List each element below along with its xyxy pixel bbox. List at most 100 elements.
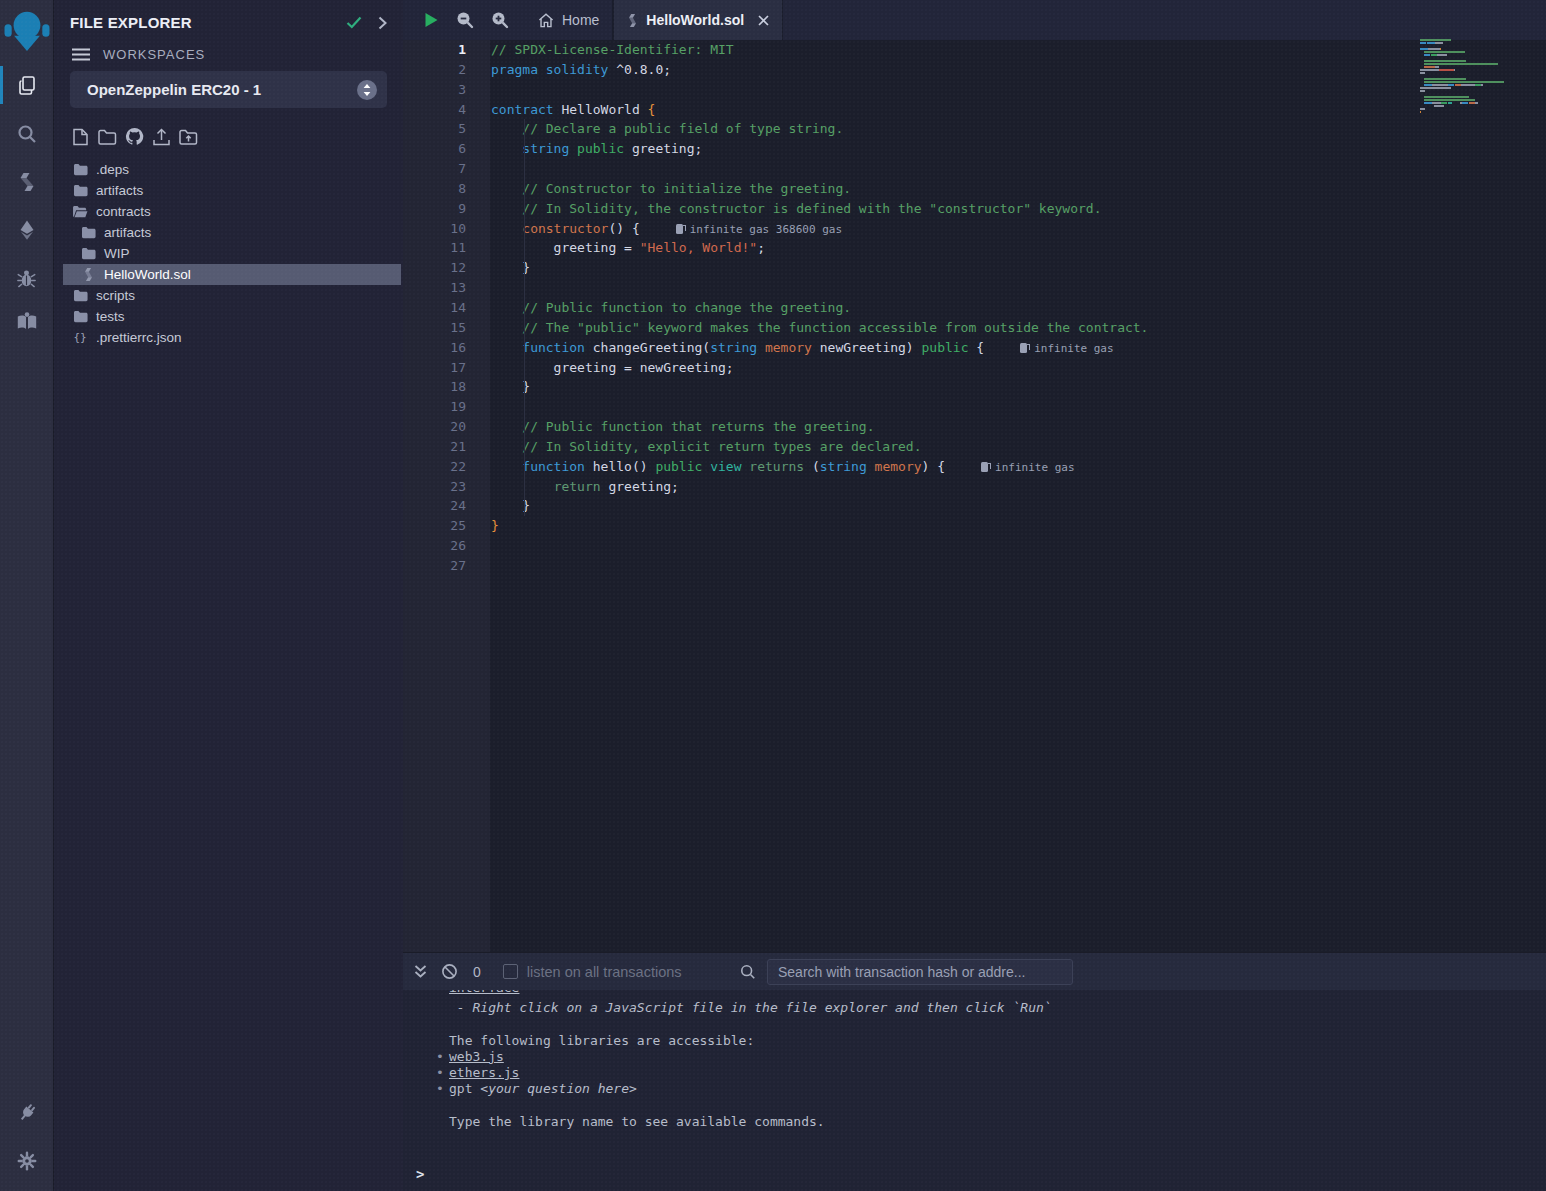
line-number: 25 — [403, 516, 466, 536]
code-line-2[interactable]: pragma solidity ^0.8.0; — [491, 60, 1546, 80]
code-line-13[interactable] — [491, 278, 1546, 298]
code-line-3[interactable] — [491, 80, 1546, 100]
plugin-manager-icon[interactable] — [0, 1089, 54, 1137]
tab-label: HelloWorld.sol — [646, 12, 744, 28]
listen-transactions-checkbox[interactable] — [503, 964, 518, 979]
code-line-5[interactable]: // Declare a public field of type string… — [491, 119, 1546, 139]
tree-item-contracts[interactable]: contracts — [63, 201, 401, 222]
code-line-17[interactable]: greeting = newGreeting; — [491, 358, 1546, 378]
code-editor[interactable]: 1234567891011121314151617181920212223242… — [403, 40, 1546, 952]
expand-terminal-icon[interactable] — [413, 964, 428, 979]
solidity-compiler-icon[interactable] — [0, 158, 54, 206]
code-line-24[interactable]: } — [491, 496, 1546, 516]
code-line-20[interactable]: // Public function that returns the gree… — [491, 417, 1546, 437]
line-number: 8 — [403, 179, 466, 199]
github-clone-icon[interactable] — [125, 127, 144, 146]
code-line-27[interactable] — [491, 556, 1546, 576]
terminal-line: The following libraries are accessible: — [449, 1033, 1546, 1049]
line-number: 22 — [403, 457, 466, 477]
terminal-line: •ethers.js — [449, 1065, 1546, 1081]
deploy-run-icon[interactable] — [0, 206, 54, 254]
tab-helloworld-sol[interactable]: HelloWorld.sol — [613, 0, 783, 40]
code-line-12[interactable]: } — [491, 258, 1546, 278]
debugger-icon[interactable] — [0, 254, 54, 302]
code-line-18[interactable]: } — [491, 377, 1546, 397]
tree-item-artifacts[interactable]: artifacts — [63, 180, 401, 201]
terminal-line: - Right click on a JavaScript file in th… — [449, 1000, 1546, 1016]
tree-item-helloworld-sol[interactable]: HelloWorld.sol — [63, 264, 401, 285]
tree-item-label: WIP — [104, 246, 130, 261]
workspace-dropdown[interactable]: OpenZeppelin ERC20 - 1 — [70, 71, 387, 108]
terminal-search-input[interactable] — [767, 959, 1073, 985]
file-tree: .depsartifactscontractsartifactsWIPHello… — [54, 159, 403, 348]
code-line-7[interactable] — [491, 159, 1546, 179]
line-number: 6 — [403, 139, 466, 159]
code-line-9[interactable]: // In Solidity, the constructor is defin… — [491, 199, 1546, 219]
code-line-1[interactable]: // SPDX-License-Identifier: MIT — [491, 40, 1546, 60]
terminal-link[interactable]: ethers.js — [449, 1065, 519, 1080]
tree-item-label: artifacts — [96, 183, 143, 198]
tree-item-label: HelloWorld.sol — [104, 267, 191, 282]
terminal-prompt[interactable]: > — [416, 1166, 424, 1182]
zoom-out-icon[interactable] — [456, 11, 474, 29]
new-file-icon[interactable] — [71, 127, 90, 146]
line-number: 27 — [403, 556, 466, 576]
main-area: HomeHelloWorld.sol 123456789101112131415… — [403, 0, 1546, 1191]
tree-item-scripts[interactable]: scripts — [63, 285, 401, 306]
listen-transactions-label: listen on all transactions — [527, 964, 682, 980]
folder-icon — [72, 163, 88, 176]
line-number: 9 — [403, 199, 466, 219]
workspaces-label: WORKSPACES — [103, 47, 205, 62]
editor-code[interactable]: // SPDX-License-Identifier: MITpragma so… — [490, 40, 1546, 952]
code-line-19[interactable] — [491, 397, 1546, 417]
gas-estimate-badge: infinite gas 368600 gas — [676, 223, 842, 236]
code-line-10[interactable]: constructor() {infinite gas 368600 gas — [491, 219, 1546, 239]
tree-item-label: .prettierrc.json — [96, 330, 182, 345]
editor-minimap[interactable] — [1420, 39, 1506, 120]
code-line-8[interactable]: // Constructor to initialize the greetin… — [491, 179, 1546, 199]
zoom-in-icon[interactable] — [491, 11, 509, 29]
terminal-link[interactable]: interface — [449, 990, 519, 995]
code-line-22[interactable]: function hello() public view returns (st… — [491, 457, 1546, 477]
tree-item--deps[interactable]: .deps — [63, 159, 401, 180]
code-line-23[interactable]: return greeting; — [491, 477, 1546, 497]
tree-item--prettierrc-json[interactable]: {}.prettierrc.json — [63, 327, 401, 348]
line-number: 16 — [403, 338, 466, 358]
code-line-15[interactable]: // The "public" keyword makes the functi… — [491, 318, 1546, 338]
line-number: 19 — [403, 397, 466, 417]
hamburger-menu-icon[interactable] — [72, 48, 90, 61]
code-line-6[interactable]: string public greeting; — [491, 139, 1546, 159]
code-line-14[interactable]: // Public function to change the greetin… — [491, 298, 1546, 318]
upload-file-icon[interactable] — [152, 127, 171, 146]
file-explorer-icon[interactable] — [0, 62, 54, 110]
tree-item-artifacts[interactable]: artifacts — [63, 222, 401, 243]
terminal-link[interactable]: web3.js — [449, 1049, 504, 1064]
code-line-16[interactable]: function changeGreeting(string memory ne… — [491, 338, 1546, 358]
tree-item-wip[interactable]: WIP — [63, 243, 401, 264]
editor-tabbar: Home HelloWorld.sol — [403, 0, 1546, 40]
code-line-21[interactable]: // In Solidity, explicit return types ar… — [491, 437, 1546, 457]
upload-folder-icon[interactable] — [179, 127, 198, 146]
workspace-sort-icon[interactable] — [357, 80, 377, 100]
line-number: 24 — [403, 496, 466, 516]
new-folder-icon[interactable] — [98, 127, 117, 146]
folder-icon — [72, 184, 88, 197]
code-line-25[interactable]: } — [491, 516, 1546, 536]
clear-console-icon[interactable] — [441, 963, 458, 980]
learneth-icon[interactable] — [0, 298, 54, 346]
code-line-11[interactable]: greeting = "Hello, World!"; — [491, 238, 1546, 258]
code-line-26[interactable] — [491, 536, 1546, 556]
tab-home[interactable]: Home — [525, 0, 613, 40]
run-script-button[interactable] — [424, 12, 439, 28]
settings-icon[interactable] — [0, 1137, 54, 1185]
check-icon[interactable] — [346, 16, 362, 29]
line-number: 2 — [403, 60, 466, 80]
folder-icon — [72, 310, 88, 323]
chevron-right-icon[interactable] — [378, 16, 387, 30]
activity-bar — [0, 0, 54, 1191]
code-line-4[interactable]: contract HelloWorld { — [491, 100, 1546, 120]
close-tab-icon[interactable] — [758, 15, 769, 26]
search-icon[interactable] — [0, 110, 54, 158]
terminal-line — [449, 1016, 1546, 1032]
tree-item-tests[interactable]: tests — [63, 306, 401, 327]
